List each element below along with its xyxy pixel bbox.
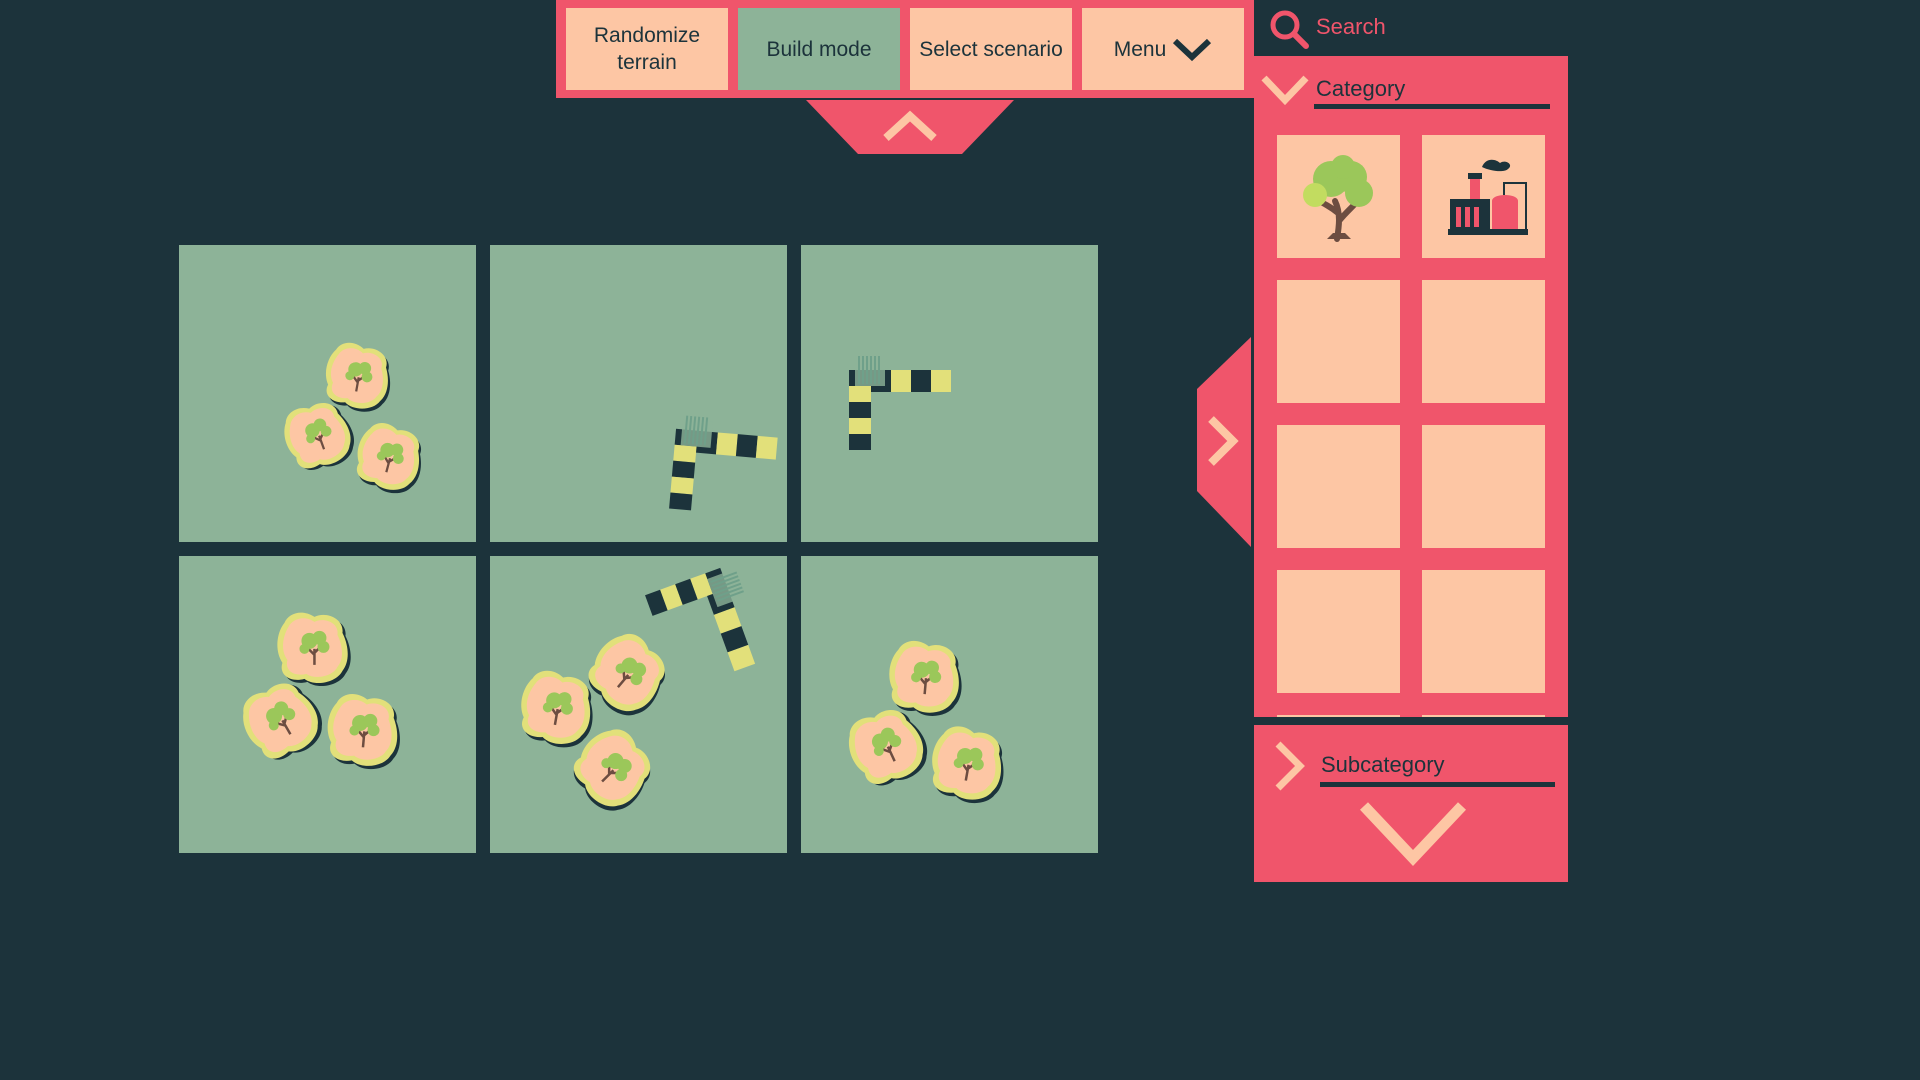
building-segment	[849, 386, 871, 402]
build-mode-button[interactable]: Build mode	[738, 8, 900, 90]
select-scenario-button[interactable]: Select scenario	[910, 8, 1072, 90]
terrain-tile[interactable]	[179, 556, 476, 853]
chevron-down-icon	[1261, 75, 1309, 106]
terrain-tile[interactable]	[490, 245, 787, 542]
forest-and-building	[521, 567, 756, 811]
building-segment	[891, 370, 911, 392]
building-segment	[673, 444, 697, 463]
forest-cluster	[848, 640, 1004, 804]
terrain-tile[interactable]	[801, 245, 1098, 542]
item-slot[interactable]	[1277, 570, 1400, 693]
building-segment	[669, 492, 693, 511]
forest-tree	[356, 422, 422, 494]
forest-tree	[327, 694, 400, 770]
search-input[interactable]: Search	[1254, 0, 1568, 56]
forest-tree	[521, 670, 593, 748]
item-slot[interactable]	[1422, 570, 1545, 693]
item-slot[interactable]	[1277, 280, 1400, 403]
subcategory-underline	[1320, 782, 1555, 787]
collapse-sidebar-tab[interactable]	[1197, 337, 1251, 547]
building-structure	[669, 415, 778, 511]
building-segment	[931, 370, 951, 392]
game-board	[0, 0, 1254, 882]
forest-cluster	[284, 342, 422, 494]
forest-tree	[889, 640, 962, 716]
building-segment	[911, 370, 931, 392]
forest-tree	[325, 342, 391, 412]
scroll-down-chevron-icon[interactable]	[1358, 800, 1468, 870]
building-segment	[849, 402, 871, 418]
category-label: Category	[1316, 76, 1406, 101]
item-slot[interactable]	[1422, 280, 1545, 403]
building-segment	[735, 434, 758, 458]
tree-icon	[1302, 154, 1373, 242]
menu-button[interactable]: Menu	[1082, 8, 1244, 90]
building-segment	[849, 434, 871, 450]
chevron-down-icon	[1173, 38, 1212, 62]
search-placeholder: Search	[1316, 14, 1386, 39]
menu-label: Menu	[1113, 37, 1167, 61]
terrain-tile[interactable]	[179, 245, 476, 542]
item-slot-tree[interactable]	[1277, 135, 1400, 258]
building-segment	[670, 476, 694, 495]
randomize-terrain-button[interactable]: Randomize terrain	[566, 8, 728, 90]
item-slot[interactable]	[1277, 425, 1400, 548]
factory-icon	[1447, 159, 1528, 235]
top-toolbar: Randomize terrain Build mode Select scen…	[556, 0, 1254, 98]
chevron-right-icon	[1275, 741, 1305, 791]
terrain-tile[interactable]	[801, 556, 1098, 853]
terrain-tile[interactable]	[490, 556, 787, 853]
item-slot[interactable]	[1422, 425, 1545, 548]
forest-tree	[932, 726, 1004, 804]
category-underline	[1314, 104, 1550, 109]
item-slot-factory[interactable]	[1422, 135, 1545, 258]
collapse-toolbar-tab[interactable]	[806, 100, 1014, 156]
forest-cluster	[243, 612, 400, 770]
item-grid	[1254, 118, 1568, 718]
building-segment	[755, 435, 778, 460]
forest-tree	[277, 612, 351, 686]
building-segment	[671, 460, 696, 479]
building-segment	[849, 418, 871, 434]
forest-tree	[243, 683, 322, 760]
search-icon	[1270, 10, 1309, 49]
sidebar-divider	[1254, 717, 1568, 725]
subcategory-label: Subcategory	[1321, 752, 1445, 777]
build-sidebar: Search Category Subcategory	[1254, 0, 1568, 882]
building-structure	[849, 356, 951, 450]
building-segment	[715, 432, 738, 457]
